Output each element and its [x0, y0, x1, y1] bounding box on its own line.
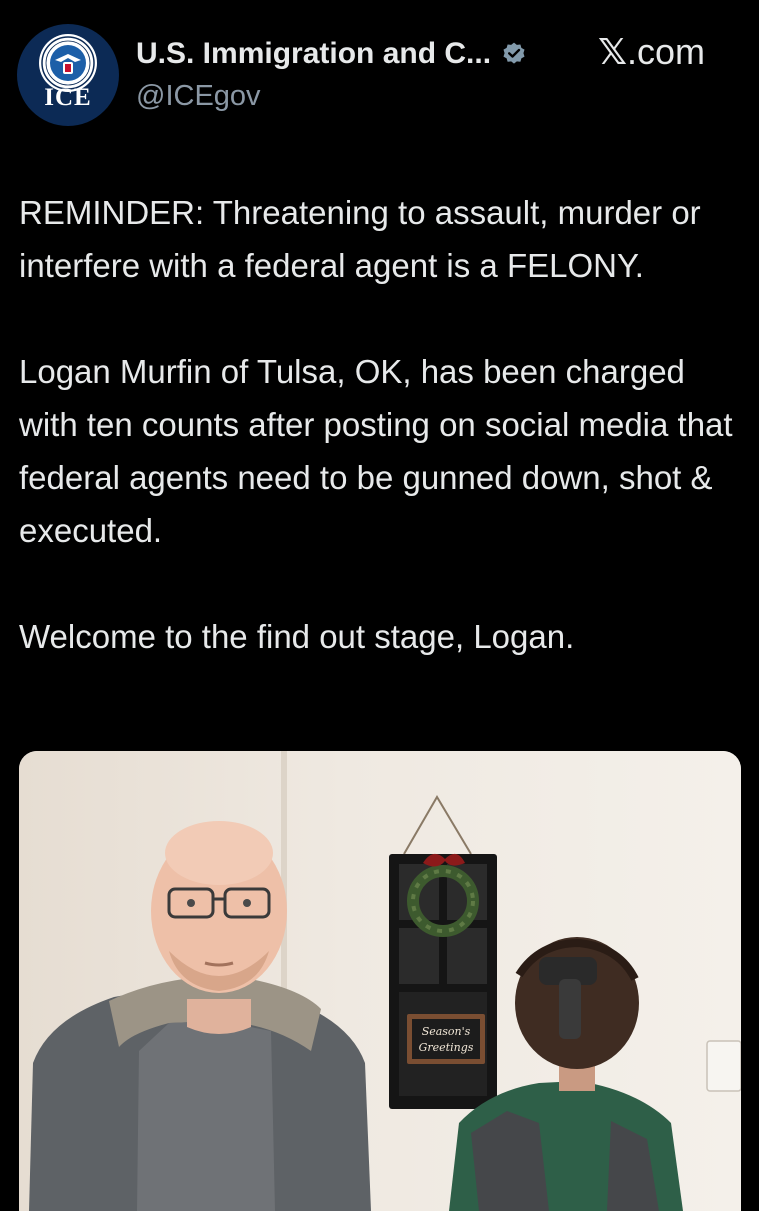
- site-domain: .com: [627, 31, 706, 72]
- sign-text-line1: Season's: [422, 1025, 471, 1038]
- account-handle[interactable]: @ICEgov: [136, 80, 261, 113]
- tweet-photo[interactable]: Season's Greetings: [19, 751, 741, 1211]
- sign-text-line2: Greetings: [419, 1041, 474, 1054]
- account-avatar[interactable]: ICE: [17, 24, 119, 126]
- avatar-label: ICE: [44, 84, 92, 111]
- verified-badge-icon: [503, 42, 525, 64]
- tweet-paragraph: Logan Murfin of Tulsa, OK, has been char…: [19, 353, 733, 549]
- tweet-header: ICE U.S. Immigration and C... @ICEgov 𝕏.…: [0, 0, 759, 140]
- photo-scene: Season's Greetings: [19, 751, 741, 1211]
- site-label: 𝕏.com: [598, 31, 705, 73]
- display-name[interactable]: U.S. Immigration and C...: [136, 37, 491, 71]
- tweet-paragraph: Welcome to the find out stage, Logan.: [19, 618, 575, 655]
- tweet-text: REMINDER: Threatening to assault, murder…: [19, 186, 744, 663]
- x-logo-icon: 𝕏: [598, 32, 628, 73]
- tweet-paragraph: REMINDER: Threatening to assault, murder…: [19, 194, 701, 284]
- name-row: U.S. Immigration and C...: [136, 32, 527, 76]
